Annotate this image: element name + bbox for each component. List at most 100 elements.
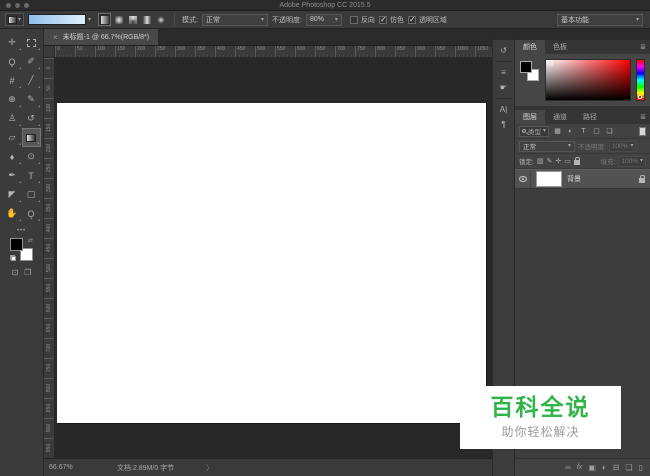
layers-panel-tab[interactable]: 图层 bbox=[515, 110, 545, 124]
healing-brush-tool[interactable]: ⊕ bbox=[3, 90, 22, 109]
zoom-window-icon[interactable] bbox=[24, 3, 29, 8]
delete-layer-icon[interactable]: ▯ bbox=[639, 464, 643, 472]
color-marker[interactable] bbox=[549, 62, 553, 66]
close-tab-icon[interactable]: × bbox=[53, 33, 58, 42]
minimize-window-icon[interactable] bbox=[15, 3, 20, 8]
lock-transparent-icon[interactable]: ▨ bbox=[537, 157, 544, 165]
status-options-chevron-icon[interactable]: 〉 bbox=[206, 463, 213, 473]
quick-mask-button[interactable]: ⊡ bbox=[12, 268, 19, 277]
hand-tool[interactable]: ✋ bbox=[3, 204, 22, 223]
libraries-panel-icon[interactable]: ☛ bbox=[495, 80, 513, 95]
checkbox-icon[interactable] bbox=[350, 16, 358, 24]
layer-row-background[interactable]: 背景 bbox=[515, 169, 650, 189]
adjustments-panel-icon[interactable]: ≡ bbox=[495, 65, 513, 80]
layer-visibility-toggle[interactable] bbox=[515, 170, 531, 188]
saturation-brightness-field[interactable] bbox=[545, 59, 631, 101]
chevron-down-icon[interactable]: ▾ bbox=[88, 17, 91, 23]
quick-selection-tool[interactable]: ✐ bbox=[22, 52, 41, 71]
vertical-ruler[interactable]: 0501001502002503003504004505005506006507… bbox=[44, 58, 55, 458]
layers-panel-tab[interactable]: 路径 bbox=[575, 110, 605, 124]
mode-value: 正常 bbox=[206, 15, 220, 25]
close-window-icon[interactable] bbox=[6, 3, 11, 8]
marquee-tool[interactable] bbox=[22, 33, 41, 52]
screen-mode-button[interactable]: ❐ bbox=[24, 268, 31, 277]
zoom-level[interactable]: 66.67% bbox=[49, 464, 109, 471]
lock-all-icon[interactable] bbox=[574, 160, 580, 165]
checkbox-option[interactable]: 仿色 bbox=[379, 15, 404, 25]
layers-panel-menu-icon[interactable]: ≣ bbox=[640, 113, 646, 121]
link-layers-icon[interactable]: ∞ bbox=[565, 464, 571, 472]
new-group-icon[interactable]: ⊟ bbox=[613, 464, 620, 472]
gradient-tool[interactable] bbox=[22, 128, 41, 147]
lock-artboard-icon[interactable]: ▭ bbox=[564, 157, 571, 165]
hue-marker[interactable] bbox=[638, 95, 642, 99]
lasso-tool[interactable]: Ϙ bbox=[3, 52, 22, 71]
shape-tool[interactable]: ▢ bbox=[22, 185, 41, 204]
checkbox-option[interactable]: 反向 bbox=[350, 15, 375, 25]
opacity-select[interactable]: 80% ▾ bbox=[306, 14, 342, 26]
foreground-color-swatch[interactable] bbox=[520, 61, 532, 73]
layer-thumbnail[interactable] bbox=[536, 171, 562, 187]
filter-toggle-switch[interactable] bbox=[639, 127, 646, 136]
workspace-select[interactable]: 基本功能 ▾ bbox=[557, 14, 643, 26]
hue-slider[interactable] bbox=[636, 59, 645, 101]
eraser-tool[interactable]: ▱ bbox=[3, 128, 22, 147]
linear-gradient-button[interactable] bbox=[98, 13, 111, 26]
document-size-info[interactable]: 文档:2.89M/0 字节 bbox=[117, 463, 174, 473]
layers-panel-tab[interactable]: 通道 bbox=[545, 110, 575, 124]
add-mask-icon[interactable]: ▣ bbox=[588, 464, 596, 472]
history-brush-tool[interactable]: ↺ bbox=[22, 109, 41, 128]
move-tool[interactable]: ✛ bbox=[3, 33, 22, 52]
blend-mode-select[interactable]: 正常 ▾ bbox=[519, 141, 575, 152]
radial-gradient-button[interactable] bbox=[112, 13, 125, 26]
layer-effects-icon[interactable]: fx bbox=[577, 464, 582, 471]
angle-gradient-button[interactable] bbox=[126, 13, 139, 26]
mode-select[interactable]: 正常 ▾ bbox=[202, 14, 268, 26]
brush-tool[interactable]: ✎ bbox=[22, 90, 41, 109]
layer-filter-type-select[interactable]: 类型 ▾ bbox=[519, 126, 549, 137]
smart-object-filter-icon[interactable]: ❏ bbox=[604, 126, 615, 137]
canvas[interactable] bbox=[57, 103, 486, 423]
blur-tool[interactable]: ♦ bbox=[3, 147, 22, 166]
lock-image-icon[interactable]: ✎ bbox=[546, 157, 552, 165]
adjustment-filter-icon[interactable]: ◐ bbox=[565, 126, 576, 137]
new-adjustment-icon[interactable]: ◐ bbox=[602, 464, 607, 472]
edit-toolbar-button[interactable]: ••• bbox=[17, 228, 26, 234]
history-panel-icon[interactable]: ↺ bbox=[495, 43, 513, 58]
paragraph-panel-icon[interactable]: ¶ bbox=[495, 117, 513, 132]
tool-preset-picker[interactable]: ▾ bbox=[5, 13, 24, 26]
lock-icon-buttons: ▨✎✛▭ bbox=[537, 157, 580, 165]
zoom-tool[interactable]: Ǫ bbox=[22, 204, 41, 223]
character-panel-icon[interactable]: A| bbox=[495, 102, 513, 117]
checkbox-icon[interactable] bbox=[408, 16, 416, 24]
pixel-filter-icon[interactable]: ▦ bbox=[552, 126, 563, 137]
document-tab[interactable]: × 未标题-1 @ 66.7%(RGB/8*) bbox=[44, 29, 158, 45]
default-colors-icon[interactable] bbox=[10, 255, 16, 261]
color-panel-tab[interactable]: 色板 bbox=[545, 40, 575, 54]
pen-tool[interactable]: ✒ bbox=[3, 166, 22, 185]
path-selection-tool[interactable]: ◤ bbox=[3, 185, 22, 204]
ruler-corner[interactable] bbox=[44, 46, 55, 58]
dodge-tool[interactable]: ⊙ bbox=[22, 147, 41, 166]
swap-colors-icon[interactable]: ⇄ bbox=[28, 238, 33, 244]
checkbox-icon[interactable] bbox=[379, 16, 387, 24]
type-tool[interactable]: T bbox=[22, 166, 41, 185]
lock-position-icon[interactable]: ✛ bbox=[555, 157, 561, 165]
eyedropper-tool[interactable]: ╱ bbox=[22, 71, 41, 90]
foreground-color-swatch[interactable] bbox=[10, 238, 23, 251]
color-panel-tab[interactable]: 颜色 bbox=[515, 40, 545, 54]
crop-tool[interactable]: # bbox=[3, 71, 22, 90]
diamond-gradient-button[interactable] bbox=[154, 13, 167, 26]
checkbox-option[interactable]: 透明区域 bbox=[408, 15, 447, 25]
layer-opacity-select[interactable]: 100% ▾ bbox=[609, 141, 637, 152]
gradient-preview-swatch[interactable] bbox=[28, 14, 86, 25]
color-panel-menu-icon[interactable]: ≣ bbox=[640, 43, 646, 51]
fill-select[interactable]: 100% ▾ bbox=[618, 156, 646, 167]
horizontal-ruler[interactable]: 0501001502002503003504004505005506006507… bbox=[55, 46, 492, 58]
ruler-tick: 0 bbox=[44, 58, 54, 78]
type-filter-icon[interactable]: T bbox=[578, 126, 589, 137]
shape-filter-icon[interactable]: ▢ bbox=[591, 126, 602, 137]
new-layer-icon[interactable]: ❏ bbox=[625, 464, 632, 472]
clone-stamp-tool[interactable]: ♙ bbox=[3, 109, 22, 128]
reflected-gradient-button[interactable] bbox=[140, 13, 153, 26]
